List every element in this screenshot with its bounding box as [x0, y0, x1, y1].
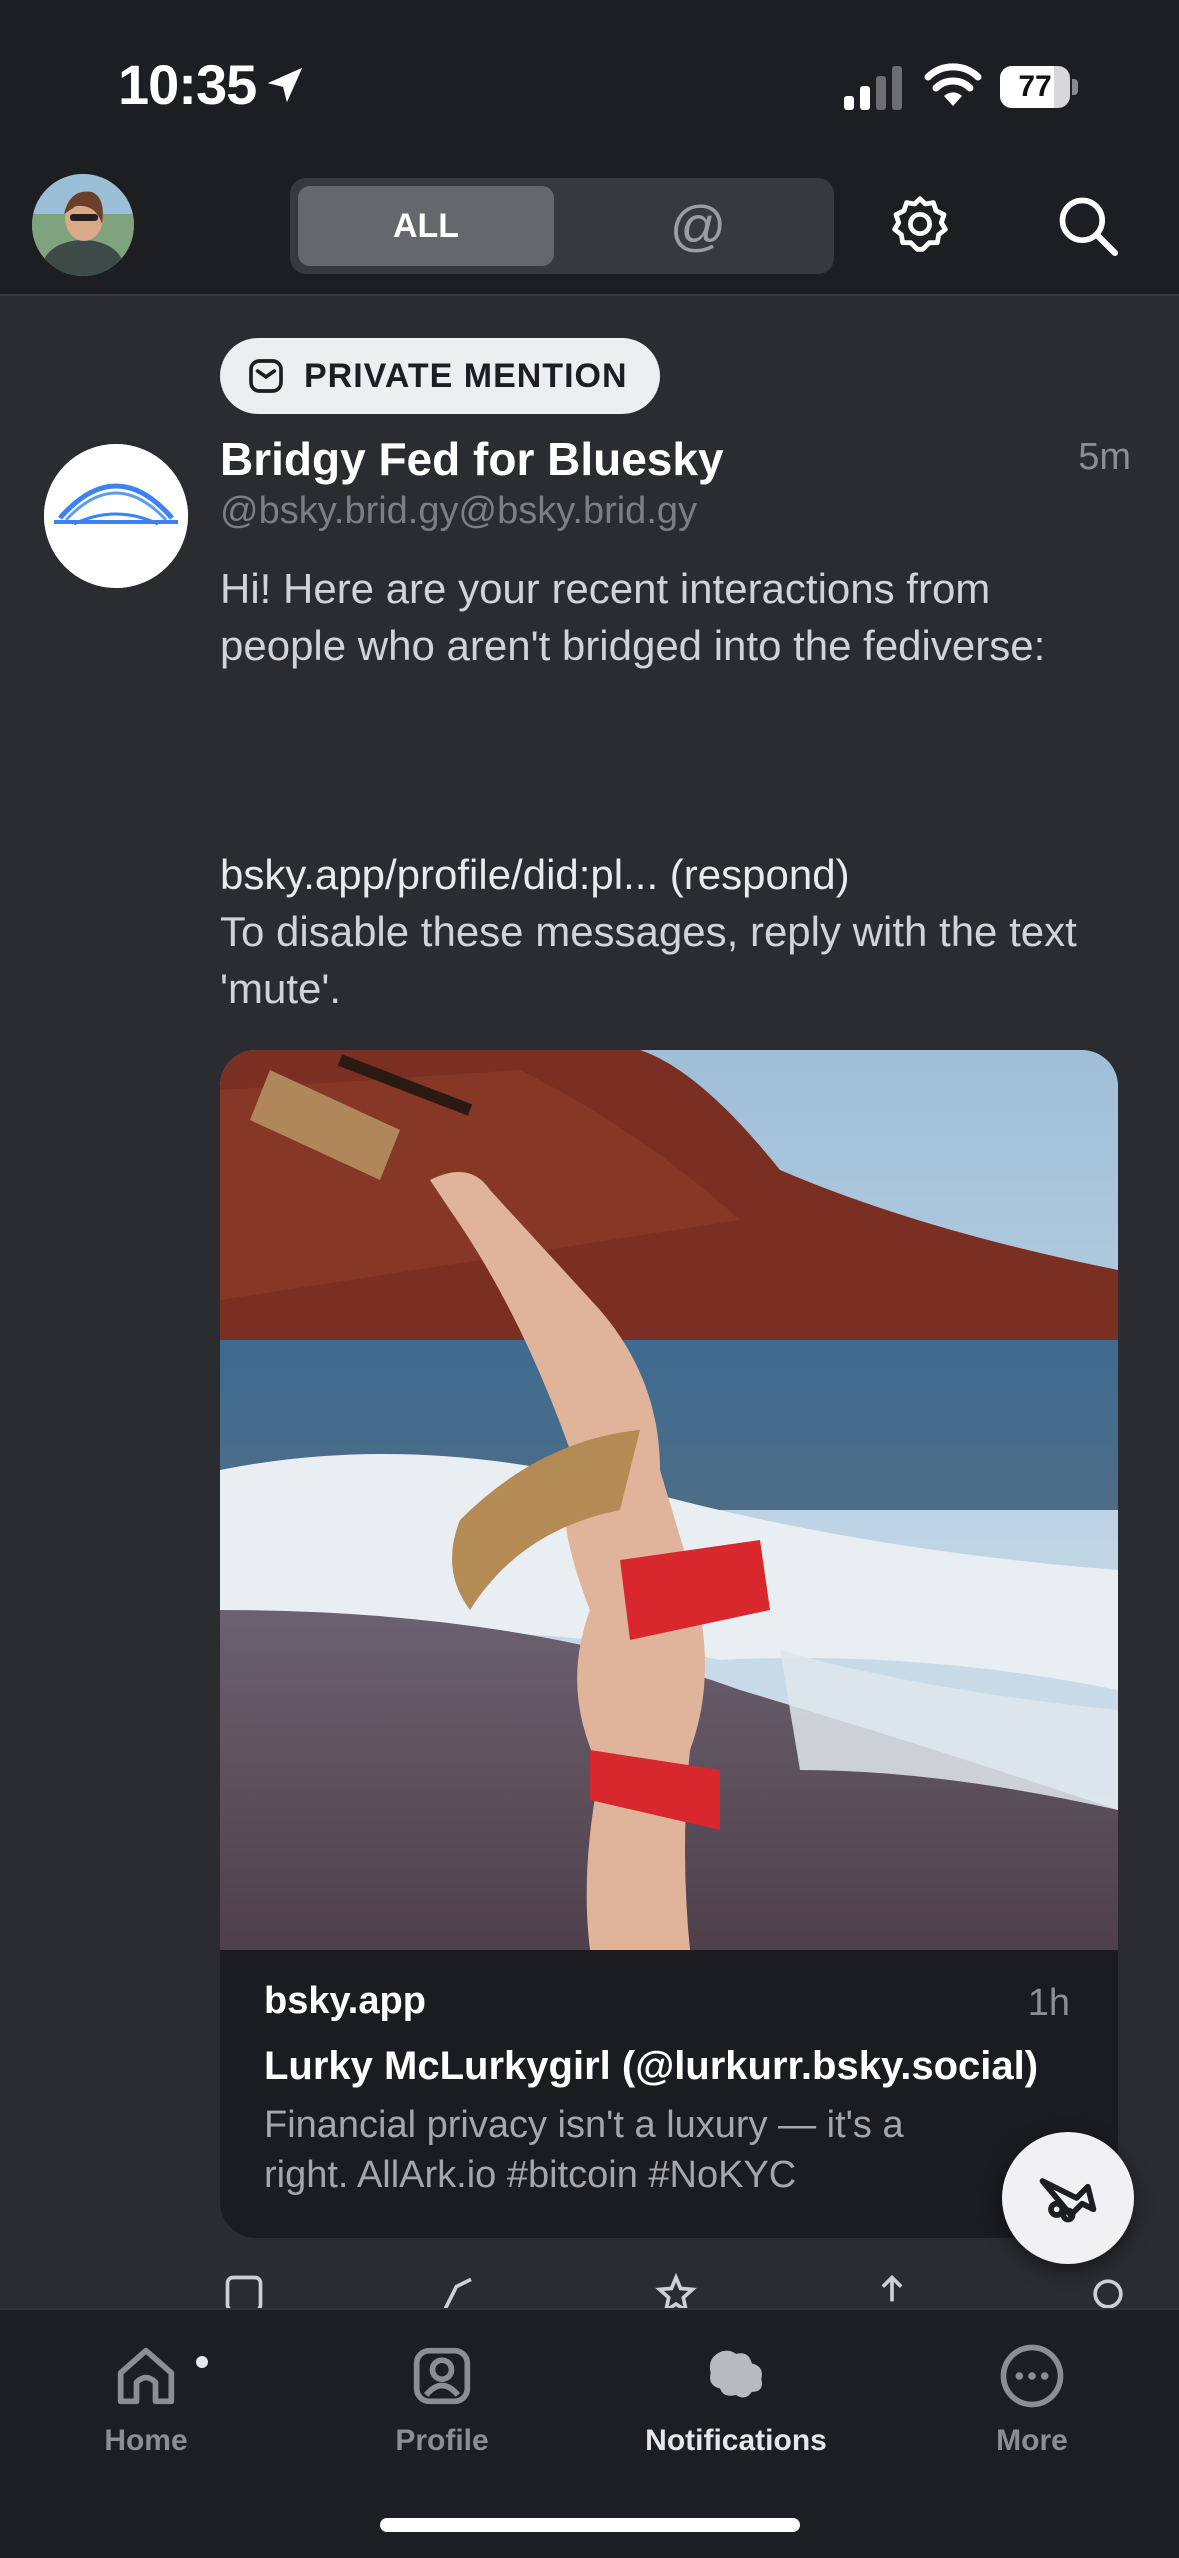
author-avatar[interactable]: [44, 444, 188, 588]
post-footer-block: bsky.app/profile/did:pl... (respond) To …: [220, 846, 1120, 1017]
private-mention-badge: PRIVATE MENTION: [220, 338, 660, 414]
search-icon[interactable]: [1054, 192, 1122, 260]
share-icon[interactable]: [870, 2272, 914, 2308]
battery-level: 77: [1018, 70, 1052, 103]
post-footer-text: To disable these messages, reply with th…: [220, 908, 1077, 1012]
status-bar: 10:35 77: [0, 0, 1179, 170]
cellular-signal-icon: [844, 66, 902, 110]
author-name[interactable]: Bridgy Fed for Bluesky: [220, 432, 724, 486]
post-actions: [0, 2272, 1179, 2308]
top-header: ALL @: [0, 170, 1179, 296]
user-avatar[interactable]: [32, 174, 134, 276]
tab-home-label: Home: [104, 2424, 188, 2457]
card-title: Lurky McLurkygirl (@lurkurr.bsky.social): [264, 2044, 1039, 2088]
home-indicator: [380, 2518, 800, 2532]
link-preview-card[interactable]: bsky.app 1h Lurky McLurkygirl (@lurkurr.…: [220, 1050, 1118, 2238]
tab-mentions[interactable]: @: [570, 186, 826, 266]
author-handle[interactable]: @bsky.brid.gy@bsky.brid.gy: [220, 490, 697, 533]
repost-icon[interactable]: [438, 2272, 482, 2308]
card-description: Financial privacy isn't a luxury — it's …: [264, 2104, 904, 2196]
home-icon: [117, 2347, 175, 2405]
notifications-icon: [709, 2350, 762, 2398]
status-time: 10:35: [118, 53, 257, 116]
message-icon: [249, 359, 283, 393]
battery-icon: 77: [1000, 66, 1078, 108]
compose-button[interactable]: [1002, 2132, 1134, 2264]
card-image: [220, 1050, 1118, 1950]
reply-icon[interactable]: [222, 2272, 266, 2308]
tab-home[interactable]: Home: [46, 2328, 246, 2458]
post-intro-text: Hi! Here are your recent interactions fr…: [220, 565, 1046, 669]
badge-label: PRIVATE MENTION: [304, 356, 628, 395]
location-arrow-icon: [267, 67, 303, 103]
tab-profile[interactable]: Profile: [342, 2328, 542, 2458]
respond-link[interactable]: bsky.app/profile/did:pl... (respond): [220, 851, 850, 898]
wifi-icon: [924, 63, 982, 106]
tab-all[interactable]: ALL: [298, 186, 554, 266]
settings-gear-icon[interactable]: [888, 192, 952, 256]
tab-notifications-label: Notifications: [645, 2424, 827, 2457]
more-icon: [1000, 2344, 1064, 2408]
card-domain: bsky.app: [264, 1980, 426, 2022]
card-timestamp: 1h: [1027, 1982, 1070, 2024]
notification-filter-toggle: ALL @: [290, 178, 834, 274]
profile-icon: [413, 2347, 471, 2405]
home-unread-dot: [196, 2356, 208, 2368]
more-options-icon[interactable]: [1086, 2272, 1130, 2308]
post-timestamp: 5m: [1078, 436, 1131, 478]
tab-notifications[interactable]: Notifications: [636, 2328, 836, 2458]
trumpet-icon: [1039, 2178, 1097, 2223]
tab-more[interactable]: More: [932, 2328, 1132, 2458]
tab-more-label: More: [996, 2424, 1068, 2457]
tab-profile-label: Profile: [395, 2424, 489, 2457]
favorite-icon[interactable]: [654, 2272, 698, 2308]
